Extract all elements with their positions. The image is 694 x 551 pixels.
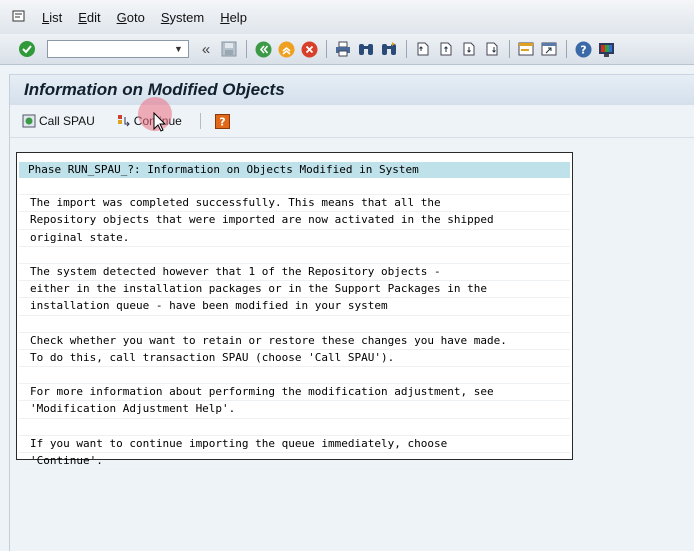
- generate-shortcut-icon[interactable]: [538, 38, 560, 60]
- info-line: To do this, call transaction SPAU (choos…: [19, 350, 570, 368]
- continue-button[interactable]: Continue: [113, 110, 186, 132]
- back-icon[interactable]: [252, 38, 274, 60]
- title-bar: Information on Modified Objects: [10, 74, 694, 105]
- info-line: [19, 247, 570, 264]
- info-line: 'Modification Adjustment Help'.: [19, 401, 570, 419]
- system-menu-icon[interactable]: [8, 6, 30, 28]
- info-line: [19, 367, 570, 385]
- svg-text:?: ?: [580, 43, 586, 56]
- info-line: Check whether you want to retain or rest…: [19, 333, 570, 350]
- menu-bar: List Edit Goto System Help: [0, 0, 694, 34]
- previous-page-icon[interactable]: [435, 38, 457, 60]
- info-line: [19, 316, 570, 333]
- find-next-icon[interactable]: [378, 38, 400, 60]
- info-lines: The import was completed successfully. T…: [17, 178, 572, 471]
- chevron-down-icon[interactable]: ▼: [171, 42, 187, 56]
- info-line: The system detected however that 1 of th…: [19, 264, 570, 282]
- help-book-icon: ?: [214, 113, 230, 129]
- save-icon[interactable]: [218, 38, 240, 60]
- svg-text:?: ?: [219, 115, 225, 128]
- customize-layout-icon[interactable]: [595, 38, 617, 60]
- call-spau-button[interactable]: Call SPAU: [18, 110, 99, 132]
- menu-help[interactable]: Help: [212, 10, 255, 25]
- menu-list[interactable]: List: [34, 10, 70, 25]
- help-icon[interactable]: ?: [572, 38, 594, 60]
- menu-system[interactable]: System: [153, 10, 212, 25]
- info-text-box: Phase RUN_SPAU_?: Information on Objects…: [16, 152, 573, 471]
- first-page-icon[interactable]: [412, 38, 434, 60]
- info-header: Phase RUN_SPAU_?: Information on Objects…: [19, 162, 570, 178]
- info-line: For more information about performing th…: [19, 384, 570, 402]
- menu-edit[interactable]: Edit: [70, 10, 108, 25]
- info-line: Repository objects that were imported ar…: [19, 212, 570, 230]
- separator: [325, 40, 327, 58]
- execute-icon: [22, 114, 36, 128]
- info-line: installation queue - have been modified …: [19, 298, 570, 316]
- exit-icon[interactable]: [275, 38, 297, 60]
- application-toolbar: Call SPAU Continue ?: [10, 105, 694, 138]
- info-line: original state.: [19, 230, 570, 247]
- frame-border: [9, 74, 10, 551]
- separator: [508, 40, 510, 58]
- page-title: Information on Modified Objects: [24, 80, 285, 99]
- last-page-icon[interactable]: [481, 38, 503, 60]
- info-line: The import was completed successfully. T…: [19, 195, 570, 213]
- info-line: either in the installation packages or i…: [19, 281, 570, 299]
- create-session-icon[interactable]: [515, 38, 537, 60]
- find-icon[interactable]: [355, 38, 377, 60]
- info-line: If you want to continue importing the qu…: [19, 436, 570, 453]
- menu-goto[interactable]: Goto: [109, 10, 153, 25]
- info-line: [19, 419, 570, 436]
- help-button[interactable]: ?: [211, 110, 237, 132]
- print-icon[interactable]: [332, 38, 354, 60]
- separator: [245, 40, 247, 58]
- collapse-toolbar-icon[interactable]: «: [195, 38, 217, 60]
- continue-icon: [117, 115, 130, 127]
- cancel-icon[interactable]: [298, 38, 320, 60]
- separator: [199, 113, 201, 129]
- continue-label: Continue: [133, 114, 182, 128]
- next-page-icon[interactable]: [458, 38, 480, 60]
- call-spau-label: Call SPAU: [39, 114, 95, 128]
- separator: [405, 40, 407, 58]
- info-line: 'Continue'.: [19, 453, 570, 471]
- info-line: [19, 178, 570, 196]
- command-input[interactable]: [49, 42, 172, 58]
- separator: [565, 40, 567, 58]
- standard-toolbar: ▼ « ?: [0, 34, 694, 65]
- enter-check-icon[interactable]: [16, 38, 38, 60]
- command-field[interactable]: ▼: [46, 40, 189, 58]
